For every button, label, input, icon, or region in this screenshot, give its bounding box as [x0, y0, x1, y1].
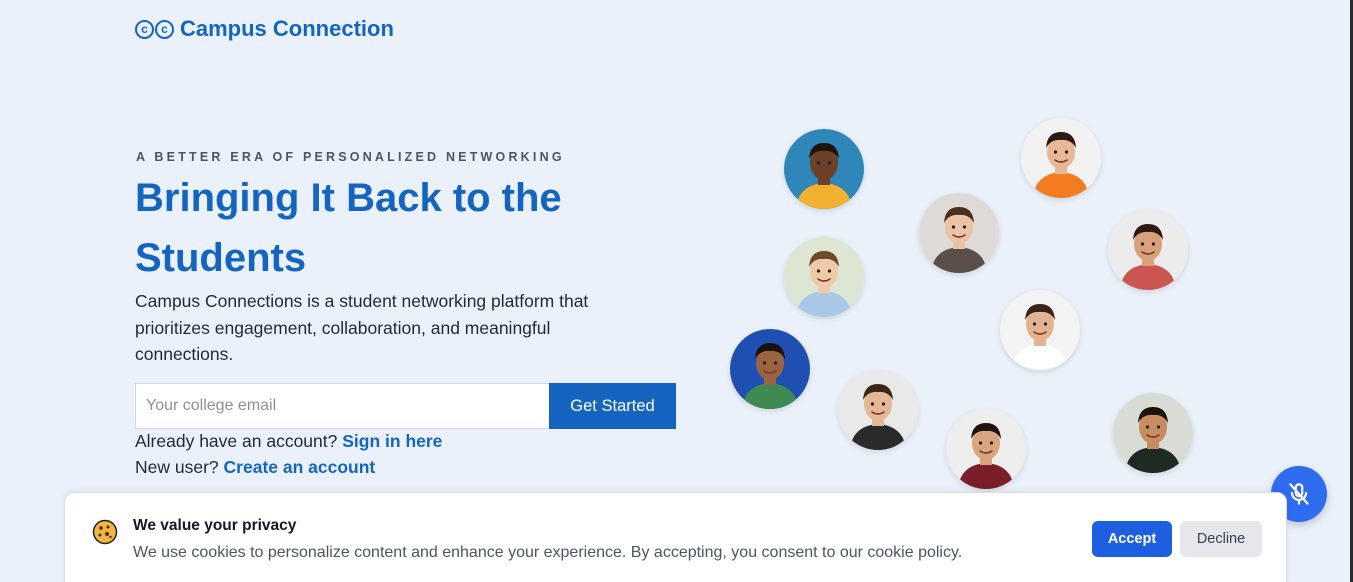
student-avatar-5-image [784, 237, 864, 317]
campus-logo-icon: cc [135, 19, 174, 39]
student-avatar-8-image [838, 370, 918, 450]
student-avatar-9 [946, 409, 1026, 489]
hero-eyebrow: A BETTER ERA OF PERSONALIZED NETWORKING [136, 150, 565, 164]
decline-cookies-button[interactable]: Decline [1180, 521, 1262, 557]
hero-description: Campus Connections is a student networki… [135, 291, 589, 364]
create-account-prompt: New user? Create an account [135, 457, 375, 478]
cookie-text: We use cookies to personalize content an… [133, 544, 963, 561]
student-avatar-5 [784, 237, 864, 317]
student-avatar-4-image [1108, 210, 1188, 290]
student-avatar-6 [1000, 290, 1080, 370]
student-avatar-2-image [1021, 118, 1101, 198]
student-avatar-8 [838, 370, 918, 450]
student-avatar-7 [730, 329, 810, 409]
get-started-button[interactable]: Get Started [549, 383, 676, 429]
student-avatar-2 [1021, 118, 1101, 198]
student-avatar-6-image [1000, 290, 1080, 370]
student-avatar-10 [1113, 393, 1193, 473]
student-avatar-9-image [946, 409, 1026, 489]
microphone-off-icon [1289, 483, 1309, 505]
brand-name: Campus Connection [180, 16, 394, 41]
hero-headline: Bringing It Back to the Students [135, 176, 562, 280]
create-account-prefix: New user? [135, 457, 219, 477]
college-email-input[interactable] [135, 383, 549, 429]
cookie-icon [92, 519, 118, 545]
cookie-consent-banner: We value your privacy We use cookies to … [64, 492, 1287, 582]
signup-form: Get Started [135, 383, 676, 429]
create-account-link[interactable]: Create an account [224, 457, 376, 477]
sign-in-prompt: Already have an account? Sign in here [135, 431, 442, 452]
student-avatar-1 [784, 129, 864, 209]
brand-logo[interactable]: cc Campus Connection [135, 16, 394, 42]
student-avatar-7-image [730, 329, 810, 409]
accept-cookies-button[interactable]: Accept [1092, 521, 1172, 557]
sign-in-prefix: Already have an account? [135, 431, 338, 451]
student-avatar-1-image [784, 129, 864, 209]
cookie-title: We value your privacy [133, 517, 297, 534]
student-avatar-3 [919, 193, 999, 273]
student-avatar-10-image [1113, 393, 1193, 473]
student-avatar-4 [1108, 210, 1188, 290]
student-avatar-3-image [919, 193, 999, 273]
sign-in-link[interactable]: Sign in here [342, 431, 442, 451]
